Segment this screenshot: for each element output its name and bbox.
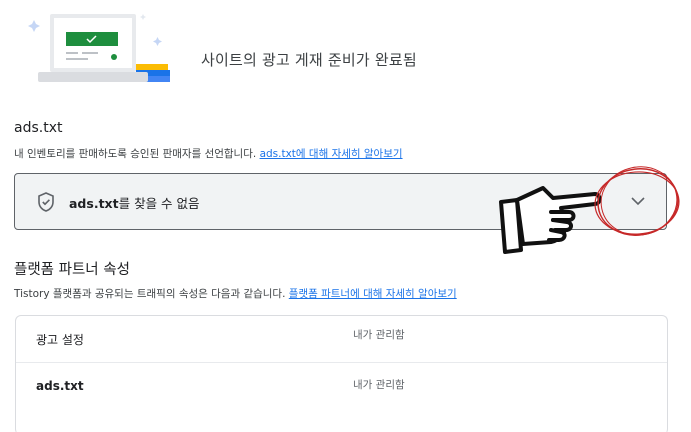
pointing-hand-icon xyxy=(499,186,602,254)
laptop-illustration xyxy=(28,14,170,82)
table-row: ads.txt 내가 관리함 xyxy=(16,362,667,408)
ads-txt-description-text: 내 인벤토리를 판매하도록 승인된 판매자를 선언합니다. xyxy=(14,148,257,160)
platform-properties-table: 광고 설정 내가 관리함 ads.txt 내가 관리함 xyxy=(15,315,668,432)
red-circle-annotation xyxy=(594,166,680,236)
ads-txt-section-title: ads.txt xyxy=(14,120,63,136)
ads-txt-learn-more-link[interactable]: ads.txt에 대해 자세히 알아보기 xyxy=(260,148,403,160)
hero-title: 사이트의 광고 게재 준비가 완료됨 xyxy=(201,51,417,69)
row-value: 내가 관리함 xyxy=(353,329,405,341)
table-row: 광고 설정 내가 관리함 xyxy=(16,316,667,362)
status-label-rest: 를 찾을 수 없음 xyxy=(118,196,200,211)
row-label: ads.txt xyxy=(36,379,84,393)
platform-learn-more-link[interactable]: 플랫폼 파트너에 대해 자세히 알아보기 xyxy=(289,288,457,300)
platform-description-text: Tistory 플랫폼과 공유되는 트래픽의 속성은 다음과 같습니다. xyxy=(14,288,286,300)
status-label-bold: ads.txt xyxy=(69,196,119,211)
hero-banner: 사이트의 광고 게재 준비가 완료됨 xyxy=(0,0,691,110)
platform-section-title: 플랫폼 파트너 속성 xyxy=(14,262,130,278)
shield-icon xyxy=(38,192,54,212)
status-label: ads.txt를 찾을 수 없음 xyxy=(69,193,200,212)
platform-section-description: Tistory 플랫폼과 공유되는 트래픽의 속성은 다음과 같습니다. 플랫폼… xyxy=(14,286,457,301)
row-value: 내가 관리함 xyxy=(353,379,405,391)
ads-txt-section-description: 내 인벤토리를 판매하도록 승인된 판매자를 선언합니다. ads.txt에 대… xyxy=(14,146,403,161)
row-label: 광고 설정 xyxy=(36,333,84,347)
